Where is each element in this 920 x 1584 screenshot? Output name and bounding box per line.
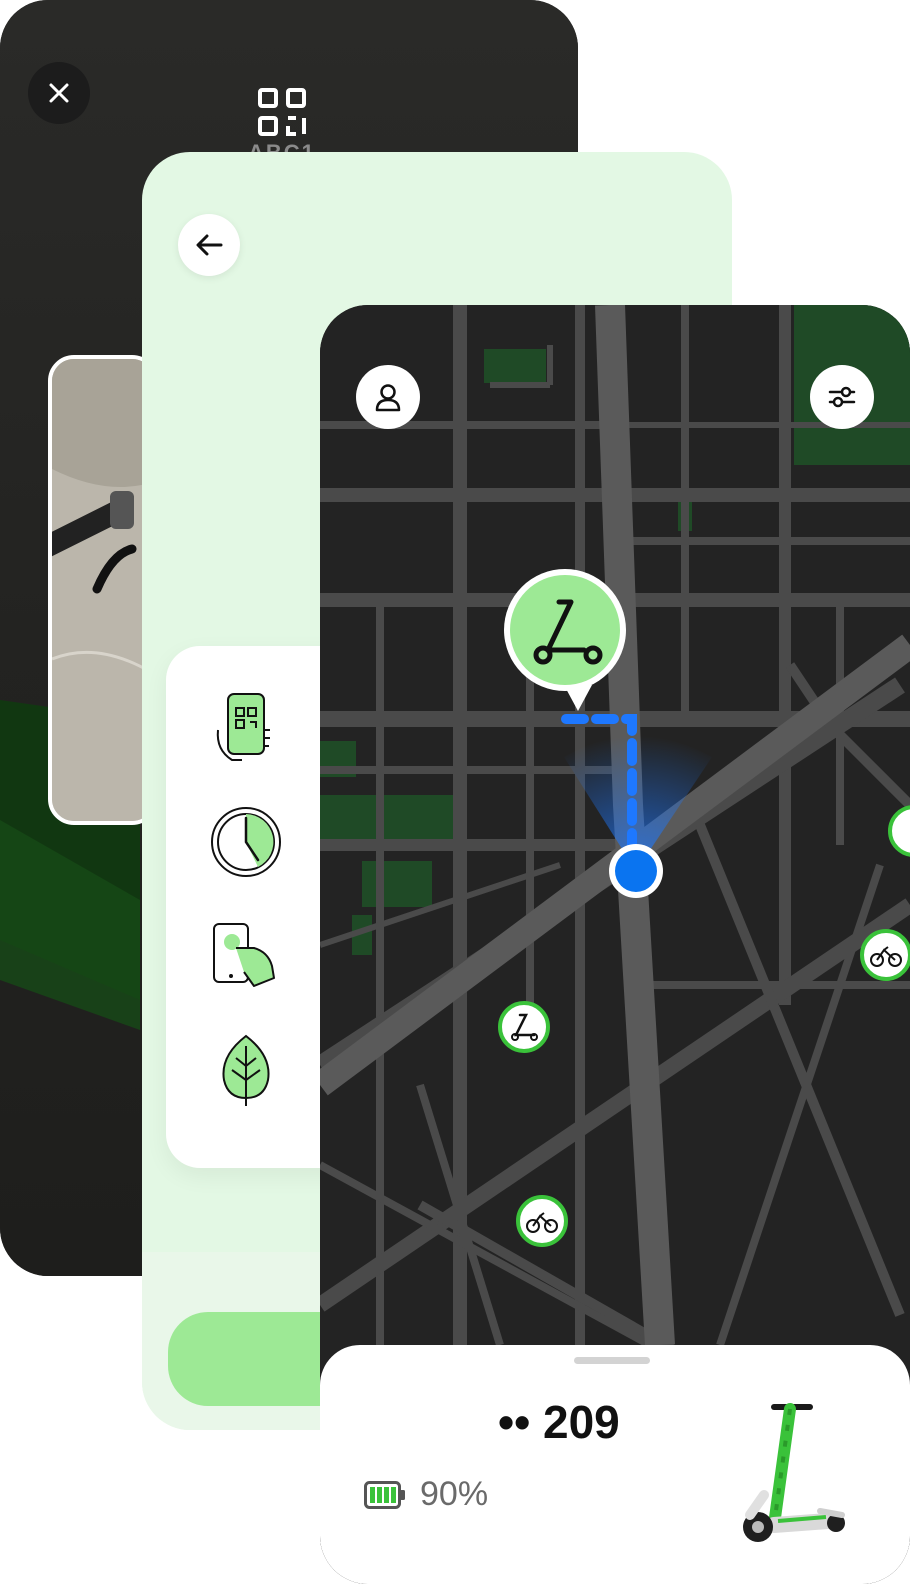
leaf-icon <box>222 1034 270 1106</box>
battery-percent: 90% <box>420 1475 489 1513</box>
vehicle-code: •• 209 <box>498 1396 620 1448</box>
sheet-drag-handle[interactable] <box>574 1357 650 1364</box>
close-icon <box>49 83 69 103</box>
back-button[interactable] <box>178 214 240 276</box>
vehicle-bottom-sheet[interactable]: •• 209 90% <box>320 1345 910 1584</box>
scooter-marker[interactable] <box>498 1001 550 1053</box>
user-location-dot <box>609 844 663 898</box>
sliders-icon <box>828 386 856 408</box>
battery-cell <box>377 1487 382 1503</box>
battery-cell <box>391 1487 396 1503</box>
battery-cell <box>370 1487 375 1503</box>
tap-phone-icon <box>213 923 275 987</box>
close-button[interactable] <box>28 62 90 124</box>
map-screen-card: •• 209 90% <box>320 305 910 1584</box>
clock-icon <box>211 807 281 877</box>
battery-icon <box>364 1481 405 1509</box>
filter-button[interactable] <box>810 365 874 429</box>
user-icon <box>375 384 401 412</box>
phone-scan-qr-icon <box>216 693 270 761</box>
profile-button[interactable] <box>356 365 420 429</box>
bike-marker[interactable] <box>516 1195 568 1247</box>
scooter-product-image <box>743 1403 845 1542</box>
qr-code-label: ABC1 <box>248 138 328 152</box>
arrow-left-icon <box>196 234 223 256</box>
battery-cell <box>384 1487 389 1503</box>
bike-marker[interactable] <box>860 929 910 981</box>
qr-code-icon <box>258 88 306 136</box>
